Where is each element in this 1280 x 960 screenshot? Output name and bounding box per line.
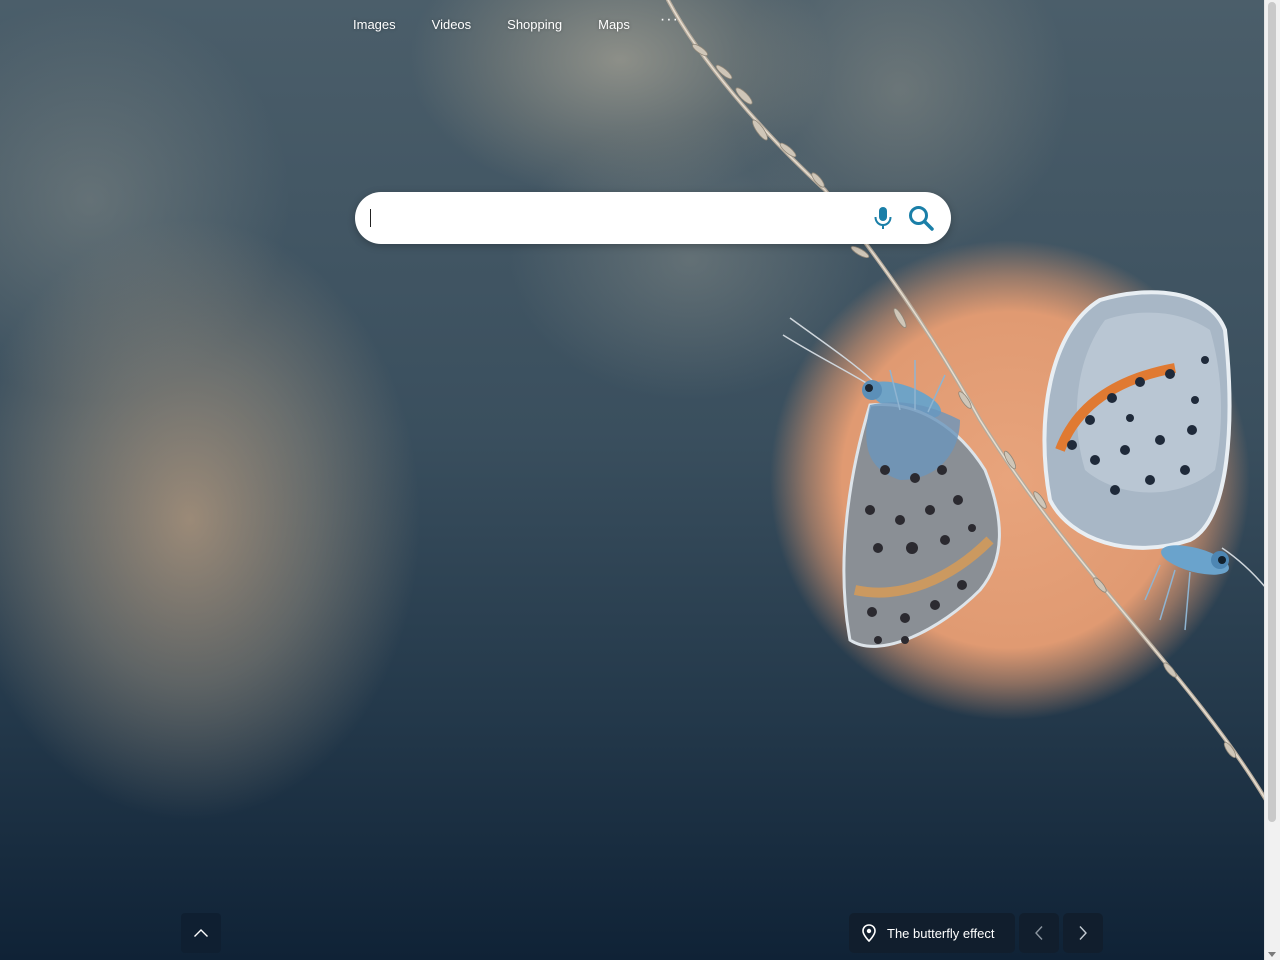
voice-search-button[interactable] — [865, 200, 901, 236]
search-icon — [909, 206, 934, 231]
nav-shopping[interactable]: Shopping — [489, 17, 580, 32]
nav-videos[interactable]: Videos — [414, 17, 490, 32]
search-input[interactable] — [371, 202, 865, 234]
chevron-up-icon — [194, 929, 208, 937]
nav-images[interactable]: Images — [335, 17, 414, 32]
image-caption-title: The butterfly effect — [887, 925, 995, 941]
location-pin-icon — [862, 924, 876, 942]
scrollbar-thumb[interactable] — [1268, 2, 1276, 822]
search-box — [355, 192, 951, 244]
more-menu-button[interactable]: ··· — [648, 12, 691, 28]
page-scrollbar[interactable] — [1264, 0, 1280, 960]
next-image-button[interactable] — [1063, 913, 1103, 953]
chevron-right-icon — [1079, 926, 1087, 940]
image-caption[interactable]: The butterfly effect — [849, 913, 1015, 953]
microphone-icon — [874, 207, 892, 229]
previous-image-button[interactable] — [1019, 913, 1059, 953]
top-navigation: Images Videos Shopping Maps ··· — [335, 12, 691, 34]
background-photo — [666, 0, 1268, 802]
chevron-left-icon — [1035, 926, 1043, 940]
scroll-up-button[interactable] — [181, 913, 221, 953]
text-caret — [370, 209, 371, 227]
nav-maps[interactable]: Maps — [580, 17, 648, 32]
scroll-down-arrow-icon[interactable] — [1268, 952, 1276, 957]
search-button[interactable] — [903, 200, 939, 236]
homepage: Images Videos Shopping Maps ··· The butt… — [0, 0, 1280, 960]
